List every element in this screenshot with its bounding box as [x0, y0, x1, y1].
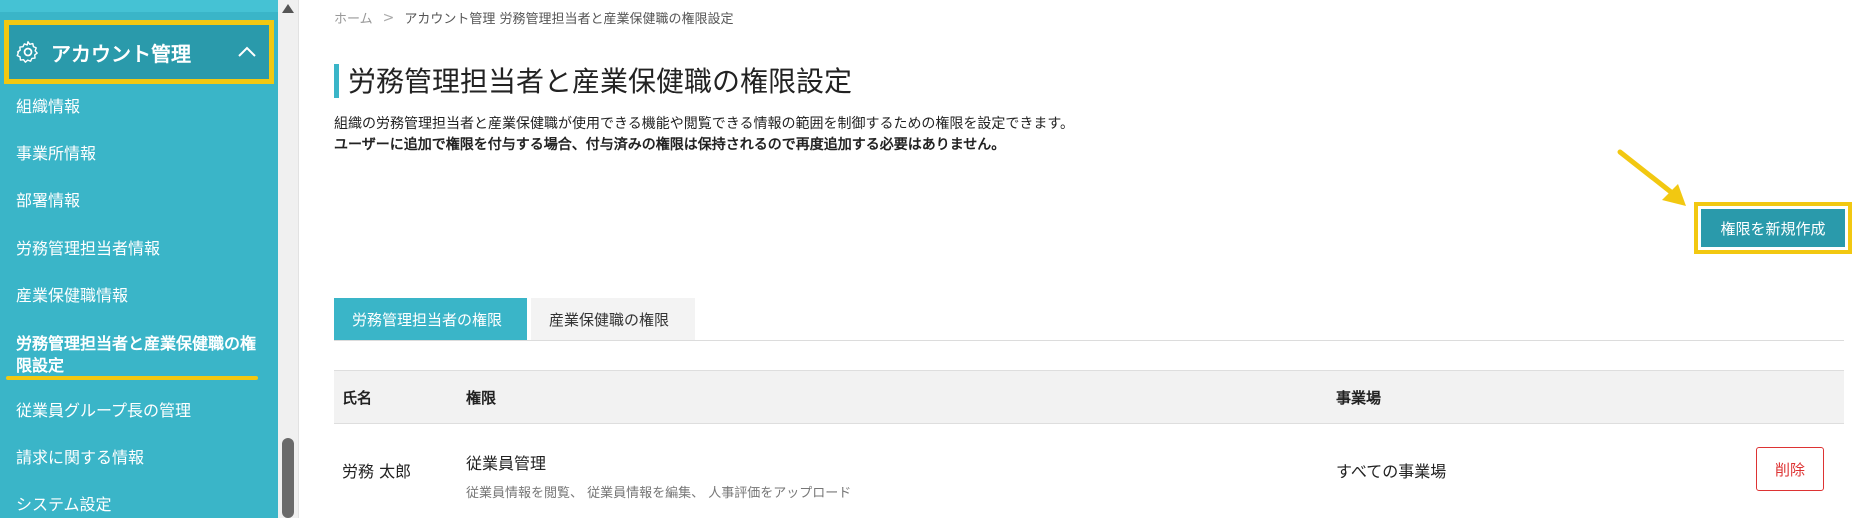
tabs-divider [334, 340, 1844, 341]
column-header-permission: 権限 [466, 389, 497, 407]
sidebar-item-health-staff[interactable]: 産業保健職情報 [16, 285, 128, 307]
sidebar-item-office[interactable]: 事業所情報 [16, 143, 96, 165]
sidebar: アカウント管理 組織情報 事業所情報 部署情報 労務管理担当者情報 産業保健職情… [0, 0, 278, 518]
new-permission-button-highlight: 権限を新規作成 [1694, 202, 1852, 254]
sidebar-item-system-settings[interactable]: システム設定 [16, 494, 112, 516]
row-permission-detail: 従業員情報を閲覧、 従業員情報を編集、 人事評価をアップロード [466, 486, 852, 501]
sidebar-scrollbar[interactable] [278, 0, 299, 518]
breadcrumb-current: アカウント管理 労務管理担当者と産業保健職の権限設定 [404, 12, 734, 27]
sidebar-item-billing[interactable]: 請求に関する情報 [16, 447, 144, 469]
sidebar-item-group-leader[interactable]: 従業員グループ長の管理 [16, 400, 191, 422]
sidebar-section-account[interactable]: アカウント管理 [4, 20, 274, 84]
breadcrumb: ホーム > アカウント管理 労務管理担当者と産業保健職の権限設定 [334, 8, 734, 28]
row-permission: 従業員管理 [466, 454, 547, 473]
active-item-underline [6, 376, 258, 380]
permission-tabs: 労務管理担当者の権限 産業保健職の権限 [334, 298, 695, 340]
sidebar-item-department[interactable]: 部署情報 [16, 190, 80, 212]
chevron-up-icon [238, 46, 256, 57]
column-header-site: 事業場 [1336, 389, 1382, 407]
page-description: 組織の労務管理担当者と産業保健職が使用できる機能や閲覧できる情報の範囲を制御する… [334, 114, 1074, 156]
sidebar-item-labor-manager[interactable]: 労務管理担当者情報 [16, 238, 160, 260]
sidebar-item-permission-settings[interactable]: 労務管理担当者と産業保健職の権限設定 [16, 333, 256, 377]
breadcrumb-home[interactable]: ホーム [334, 8, 373, 27]
new-permission-button[interactable]: 権限を新規作成 [1701, 209, 1845, 247]
column-header-name: 氏名 [342, 389, 373, 407]
delete-button[interactable]: 削除 [1756, 447, 1824, 491]
description-text: 組織の労務管理担当者と産業保健職が使用できる機能や閲覧できる情報の範囲を制御する… [334, 116, 1075, 132]
pointer-arrow-icon [1617, 149, 1686, 206]
title-accent-bar [334, 64, 339, 98]
table-header: 氏名 権限 事業場 [334, 370, 1844, 424]
row-site: すべての事業場 [1336, 462, 1447, 481]
description-note: ユーザーに追加で権限を付与する場合、付与済みの権限は保持されるので再度追加する必… [334, 137, 1006, 153]
tab-labor-manager-permissions[interactable]: 労務管理担当者の権限 [334, 298, 527, 340]
scroll-thumb[interactable] [282, 438, 294, 518]
row-name: 労務 太郎 [342, 462, 412, 481]
sidebar-section-title: アカウント管理 [51, 41, 191, 66]
page-title: 労務管理担当者と産業保健職の権限設定 [348, 65, 853, 98]
tab-health-staff-permissions[interactable]: 産業保健職の権限 [531, 298, 695, 340]
sidebar-top-item[interactable] [0, 0, 278, 12]
breadcrumb-separator: > [382, 9, 395, 26]
gear-icon [16, 41, 38, 63]
scroll-up-arrow-icon[interactable] [282, 4, 294, 13]
sidebar-item-organization[interactable]: 組織情報 [16, 96, 80, 118]
